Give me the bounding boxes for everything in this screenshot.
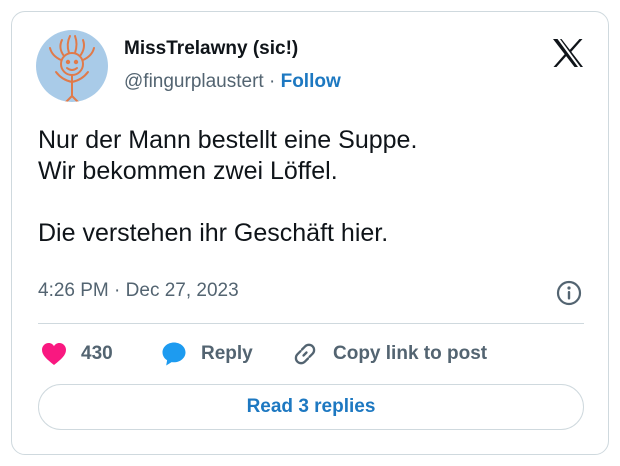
handle-separator: · — [268, 71, 276, 92]
read-replies-label: Read 3 replies — [246, 396, 376, 417]
info-icon[interactable] — [556, 280, 582, 306]
like-count: 430 — [81, 343, 113, 364]
tweet-timestamp[interactable]: 4:26 PM · Dec 27, 2023 — [38, 280, 239, 302]
copy-link-label: Copy link to post — [333, 343, 488, 364]
tweet-text: Nur der Mann bestellt eine Suppe. Wir be… — [38, 126, 418, 247]
divider — [38, 323, 584, 324]
link-icon — [294, 343, 316, 365]
tweet-time: 4:26 PM — [38, 280, 109, 301]
avatar[interactable] — [36, 30, 108, 102]
heart-icon — [42, 343, 66, 365]
copy-link-button[interactable]: Copy link to post — [291, 340, 487, 368]
follow-button[interactable]: Follow — [281, 71, 341, 92]
x-logo-icon[interactable] — [552, 38, 584, 68]
speech-bubble-icon — [162, 342, 186, 366]
author-handle-row: @fingurplaustert · Follow — [124, 71, 341, 93]
author-display-name[interactable]: MissTrelawny (sic!) — [124, 38, 298, 60]
author-handle[interactable]: @fingurplaustert — [124, 71, 264, 92]
avatar-drawing — [49, 35, 95, 102]
read-replies-button[interactable]: Read 3 replies — [38, 384, 584, 430]
tweet-card: MissTrelawny (sic!) @fingurplaustert · F… — [11, 11, 609, 455]
timestamp-separator: · — [114, 280, 121, 301]
reply-button[interactable]: Reply — [161, 340, 253, 368]
like-button[interactable]: 430 — [41, 340, 113, 368]
reply-label: Reply — [201, 343, 253, 364]
tweet-date: Dec 27, 2023 — [125, 280, 239, 301]
